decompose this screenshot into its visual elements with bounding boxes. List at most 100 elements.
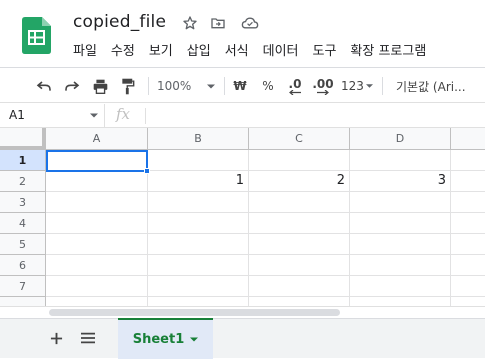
cell-a4[interactable] bbox=[46, 213, 148, 234]
row-header-7[interactable]: 7 bbox=[0, 276, 46, 297]
arrow-left-icon bbox=[289, 89, 301, 95]
cell-a5[interactable] bbox=[46, 234, 148, 255]
active-cell-outline bbox=[46, 150, 148, 172]
menu-tools[interactable]: 도구 bbox=[306, 40, 344, 60]
sheet-tab-label: Sheet1 bbox=[132, 332, 185, 347]
chevron-down-icon[interactable] bbox=[190, 337, 199, 342]
menu-data[interactable]: 데이터 bbox=[256, 40, 306, 60]
cell-b1[interactable] bbox=[148, 150, 249, 171]
cell-b5[interactable] bbox=[148, 234, 249, 255]
toolbar-divider bbox=[382, 77, 383, 95]
cell-a8[interactable] bbox=[46, 297, 148, 306]
redo-icon[interactable] bbox=[61, 75, 83, 97]
column-header-b[interactable]: B bbox=[148, 128, 249, 150]
horizontal-scrollbar[interactable] bbox=[0, 306, 485, 318]
cell-b3[interactable] bbox=[148, 192, 249, 213]
toolbar: 100% ₩ % .0 .00 123 기본값 (Ari... bbox=[0, 67, 485, 103]
percent-format-button[interactable]: % bbox=[259, 75, 277, 97]
cell-d5[interactable] bbox=[350, 234, 451, 255]
sheets-logo-icon[interactable] bbox=[22, 17, 51, 54]
menu-insert[interactable]: 삽입 bbox=[180, 40, 218, 60]
all-sheets-menu-icon[interactable] bbox=[77, 327, 99, 349]
row-header-1[interactable]: 1 bbox=[0, 150, 46, 171]
cloud-saved-icon[interactable] bbox=[240, 13, 260, 33]
cell-e5[interactable] bbox=[451, 234, 485, 255]
name-box[interactable]: A1 bbox=[0, 104, 105, 127]
number-format-select[interactable]: 123 bbox=[341, 75, 373, 97]
cell-a6[interactable] bbox=[46, 255, 148, 276]
formula-divider bbox=[145, 108, 146, 124]
sheet-tab-sheet1[interactable]: Sheet1 bbox=[118, 318, 213, 359]
cell-c3[interactable] bbox=[249, 192, 350, 213]
decrease-decimal-button[interactable]: .0 bbox=[284, 75, 306, 97]
cell-b8[interactable] bbox=[148, 297, 249, 306]
increase-decimal-button[interactable]: .00 bbox=[311, 75, 335, 97]
cell-e3[interactable] bbox=[451, 192, 485, 213]
menu-bar: 파일 수정 보기 삽입 서식 데이터 도구 확장 프로그램 bbox=[66, 40, 433, 60]
cell-c4[interactable] bbox=[249, 213, 350, 234]
font-family-select[interactable]: 기본값 (Ari... bbox=[396, 75, 476, 97]
cell-d3[interactable] bbox=[350, 192, 451, 213]
cell-b2[interactable]: 1 bbox=[148, 171, 249, 192]
spreadsheet-grid: A B C D 1 2 3 4 5 6 7 123 bbox=[0, 128, 485, 306]
cell-d8[interactable] bbox=[350, 297, 451, 306]
cell-a3[interactable] bbox=[46, 192, 148, 213]
add-sheet-icon[interactable] bbox=[45, 327, 67, 349]
column-header-a[interactable]: A bbox=[46, 128, 148, 150]
cell-e6[interactable] bbox=[451, 255, 485, 276]
cell-b7[interactable] bbox=[148, 276, 249, 297]
column-header-e[interactable] bbox=[451, 128, 485, 150]
cell-a2[interactable] bbox=[46, 171, 148, 192]
row-header-2[interactable]: 2 bbox=[0, 171, 46, 192]
toolbar-divider bbox=[148, 77, 149, 95]
menu-file[interactable]: 파일 bbox=[66, 40, 104, 60]
cell-e8[interactable] bbox=[451, 297, 485, 306]
number-format-label: 123 bbox=[341, 79, 364, 93]
row-header-8[interactable] bbox=[0, 297, 46, 306]
cell-d7[interactable] bbox=[350, 276, 451, 297]
currency-format-button[interactable]: ₩ bbox=[231, 75, 249, 97]
column-header-c[interactable]: C bbox=[249, 128, 350, 150]
decrease-decimal-label: .0 bbox=[288, 76, 302, 91]
fill-handle[interactable] bbox=[144, 168, 150, 174]
cell-a7[interactable] bbox=[46, 276, 148, 297]
row-header-3[interactable]: 3 bbox=[0, 192, 46, 213]
cell-e2[interactable] bbox=[451, 171, 485, 192]
cell-e7[interactable] bbox=[451, 276, 485, 297]
row-header-5[interactable]: 5 bbox=[0, 234, 46, 255]
document-title[interactable]: copied_file bbox=[73, 12, 166, 32]
column-header-d[interactable]: D bbox=[350, 128, 451, 150]
undo-icon[interactable] bbox=[33, 75, 55, 97]
menu-edit[interactable]: 수정 bbox=[104, 40, 142, 60]
cell-e1[interactable] bbox=[451, 150, 485, 171]
fx-icon: fx bbox=[116, 105, 131, 123]
star-icon[interactable] bbox=[180, 13, 200, 33]
formula-input[interactable] bbox=[150, 104, 480, 127]
scrollbar-thumb[interactable] bbox=[49, 309, 340, 316]
print-icon[interactable] bbox=[89, 75, 111, 97]
cell-c1[interactable] bbox=[249, 150, 350, 171]
row-header-4[interactable]: 4 bbox=[0, 213, 46, 234]
cell-d4[interactable] bbox=[350, 213, 451, 234]
cell-c6[interactable] bbox=[249, 255, 350, 276]
cell-e4[interactable] bbox=[451, 213, 485, 234]
cell-d2[interactable]: 3 bbox=[350, 171, 451, 192]
cell-d1[interactable] bbox=[350, 150, 451, 171]
select-all-corner[interactable] bbox=[0, 128, 46, 150]
chevron-down-icon bbox=[207, 84, 215, 88]
cell-c5[interactable] bbox=[249, 234, 350, 255]
cell-c8[interactable] bbox=[249, 297, 350, 306]
menu-format[interactable]: 서식 bbox=[218, 40, 256, 60]
cell-b4[interactable] bbox=[148, 213, 249, 234]
menu-view[interactable]: 보기 bbox=[142, 40, 180, 60]
paint-format-icon[interactable] bbox=[117, 75, 139, 97]
cell-b6[interactable] bbox=[148, 255, 249, 276]
cell-c2[interactable]: 2 bbox=[249, 171, 350, 192]
row-header-6[interactable]: 6 bbox=[0, 255, 46, 276]
cell-c7[interactable] bbox=[249, 276, 350, 297]
menu-extensions[interactable]: 확장 프로그램 bbox=[343, 40, 433, 60]
zoom-select[interactable]: 100% bbox=[157, 75, 215, 97]
move-folder-icon[interactable] bbox=[208, 13, 228, 33]
chevron-down-icon bbox=[366, 84, 373, 88]
cell-d6[interactable] bbox=[350, 255, 451, 276]
